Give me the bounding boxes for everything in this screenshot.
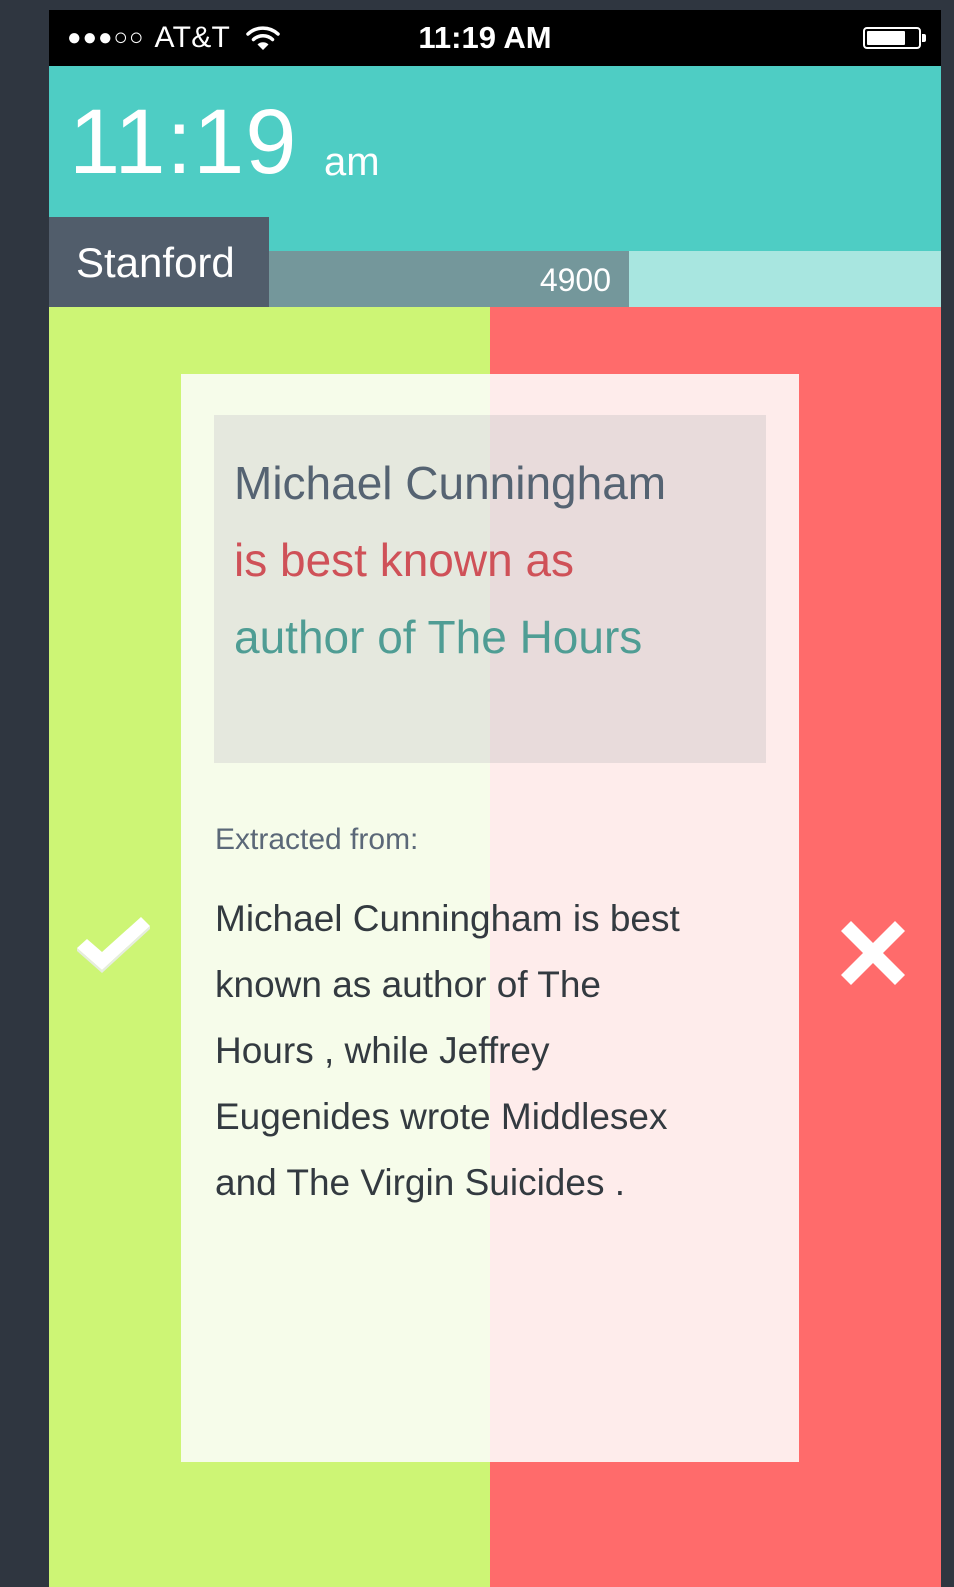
battery-icon [863,27,926,49]
x-icon[interactable] [839,919,907,987]
fact-card[interactable]: Michael Cunningham is best known as auth… [181,374,799,1462]
extracted-from-label: Extracted from: [215,823,419,856]
location-label: Stanford [76,239,235,286]
source-sentence: Michael Cunningham is best known as auth… [215,886,775,1216]
phone-screen: ●●●○○ AT&T 11:19 AM 11:19 am 4900 Stanfo… [49,10,941,1587]
source-line: Eugenides wrote Middlesex [215,1096,668,1137]
source-line: known as author of The [215,964,602,1005]
fact-relation: is best known as [234,534,575,586]
check-icon[interactable] [73,912,153,974]
swipe-area[interactable]: Michael Cunningham is best known as auth… [49,307,941,1587]
fact-statement: Michael Cunningham is best known as auth… [234,445,754,676]
am-pm-label: am [324,140,380,184]
source-line: Hours , while Jeffrey [215,1030,550,1071]
fact-box: Michael Cunningham is best known as auth… [214,415,766,763]
score-value: 4900 [539,262,611,298]
status-time: 11:19 AM [418,20,552,55]
fact-object: author of The Hours [234,611,643,663]
location-tab[interactable]: Stanford [49,217,269,307]
fact-subject: Michael Cunningham [234,457,667,509]
source-line: Michael Cunningham is best [215,898,680,939]
source-line: and The Virgin Suicides . [215,1162,625,1203]
status-bar: ●●●○○ AT&T 11:19 AM [49,10,941,66]
current-time: 11:19 [69,91,298,193]
